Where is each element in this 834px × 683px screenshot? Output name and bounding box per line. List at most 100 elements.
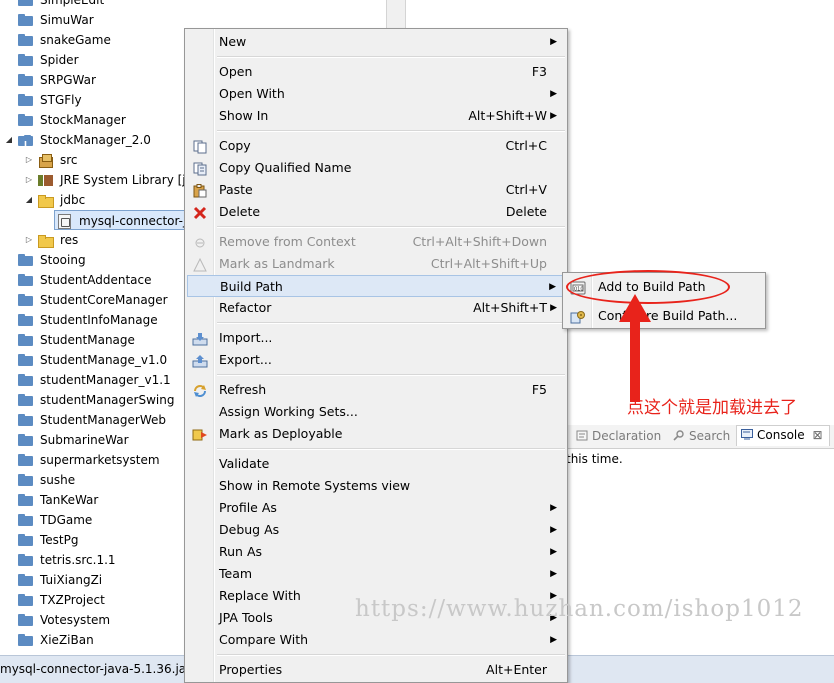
menu-item-mark-as-landmark: Mark as Landmark Ctrl+Alt+Shift+Up [187, 253, 565, 275]
copy-icon [192, 139, 208, 154]
tree-item-label: studentManagerSwing [40, 393, 175, 407]
menu-item-label: Copy [219, 138, 251, 153]
tab-search[interactable]: Search [673, 429, 730, 443]
menu-item-configure-build-path[interactable]: Configure Build Path... [565, 305, 763, 327]
menu-item-label: Show in Remote Systems view [219, 478, 411, 493]
menu-item-shortcut: Ctrl+Alt+Shift+Down [412, 234, 547, 249]
menu-item-assign-working-sets[interactable]: Assign Working Sets... [187, 401, 565, 423]
project-icon [18, 374, 33, 386]
menu-item-profile-as[interactable]: Profile As ▶ [187, 497, 565, 519]
tree-item-label: SimuWar [40, 13, 94, 27]
submenu-arrow-icon: ▶ [550, 503, 557, 513]
menu-item-label: Show In [219, 108, 269, 123]
menu-item-copy-qualified-name[interactable]: Copy Qualified Name [187, 157, 565, 179]
menu-item-export[interactable]: Export... [187, 349, 565, 371]
tree-item-label: mysql-connector-ja [79, 214, 194, 228]
project-icon [18, 274, 33, 286]
project-icon [18, 594, 33, 606]
search-icon [673, 430, 685, 441]
menu-item-remove-from-context: Remove from Context Ctrl+Alt+Shift+Down [187, 231, 565, 253]
expand-toggle-icon[interactable]: ▷ [24, 150, 34, 170]
menu-item-paste[interactable]: Paste Ctrl+V [187, 179, 565, 201]
console-tab-bar: Declaration Search Console ⊠ [560, 425, 834, 449]
menu-item-label: Mark as Landmark [219, 256, 335, 271]
project-icon [18, 74, 33, 86]
tree-item-label: SubmarineWar [40, 433, 129, 447]
project-icon [18, 34, 33, 46]
menu-item-build-path[interactable]: Build Path ▶ [187, 275, 565, 297]
tree-item-project[interactable]: SimuWar [0, 10, 386, 30]
submenu-arrow-icon: ▶ [550, 303, 557, 313]
menu-item-label: Team [219, 566, 253, 581]
deployable-icon [192, 427, 208, 441]
console-line: this time. [566, 452, 623, 466]
menu-item-debug-as[interactable]: Debug As ▶ [187, 519, 565, 541]
project-icon [18, 554, 33, 566]
menu-item-refactor[interactable]: Refactor Alt+Shift+T ▶ [187, 297, 565, 319]
export-icon [192, 353, 208, 368]
menu-item-label: Export... [219, 352, 272, 367]
project-icon [18, 634, 33, 646]
project-icon [18, 294, 33, 306]
menu-item-copy[interactable]: Copy Ctrl+C [187, 135, 565, 157]
annotation-text: 点这个就是加载进去了 [627, 398, 797, 418]
submenu-arrow-icon: ▶ [550, 111, 557, 121]
menu-item-team[interactable]: Team ▶ [187, 563, 565, 585]
menu-separator [217, 130, 565, 132]
tree-item-label: supermarketsystem [40, 453, 160, 467]
expand-toggle-icon[interactable]: ▷ [24, 230, 34, 250]
menu-item-compare-with[interactable]: Compare With ▶ [187, 629, 565, 651]
project-icon [18, 334, 33, 346]
expand-toggle-icon[interactable]: ▷ [24, 170, 34, 190]
folder-icon [38, 235, 54, 248]
menu-item-show-in[interactable]: Show In Alt+Shift+W ▶ [187, 105, 565, 127]
menu-item-mark-as-deployable[interactable]: Mark as Deployable [187, 423, 565, 445]
menu-item-label: Compare With [219, 632, 309, 647]
menu-item-label: New [219, 34, 247, 49]
menu-separator [217, 322, 565, 324]
menu-item-label: Properties [219, 662, 283, 677]
tree-item-label: tetris.src.1.1 [40, 553, 116, 567]
library-icon [38, 173, 54, 187]
jar-file-icon [58, 214, 71, 229]
menu-item-shortcut: Delete [505, 204, 547, 219]
menu-item-import[interactable]: Import... [187, 327, 565, 349]
project-icon [18, 394, 33, 406]
tab-console[interactable]: Console ⊠ [736, 425, 830, 446]
menu-item-show-in-remote-systems-view[interactable]: Show in Remote Systems view [187, 475, 565, 497]
menu-item-open[interactable]: Open F3 [187, 61, 565, 83]
menu-item-validate[interactable]: Validate [187, 453, 565, 475]
project-icon [18, 414, 33, 426]
menu-item-delete[interactable]: Delete Delete [187, 201, 565, 223]
tree-item-label: SimpleEdit [40, 0, 105, 7]
close-icon[interactable]: ⊠ [812, 428, 822, 442]
menu-item-label: Validate [219, 456, 270, 471]
tree-item-label: JRE System Library [jr [60, 173, 191, 187]
menu-separator [217, 374, 565, 376]
paste-icon [192, 183, 208, 198]
landmark-icon [192, 257, 208, 272]
tree-item-project[interactable]: SimpleEdit [0, 0, 386, 10]
tab-declaration[interactable]: Declaration [576, 429, 661, 443]
tree-item-label: STGFly [40, 93, 82, 107]
menu-item-label: Debug As [219, 522, 280, 537]
menu-item-new[interactable]: New ▶ [187, 31, 565, 53]
menu-item-label: Run As [219, 544, 263, 559]
declaration-icon [576, 430, 588, 441]
tree-item-label: src [60, 153, 78, 167]
menu-item-label: Open With [219, 86, 285, 101]
submenu-arrow-icon: ▶ [550, 37, 557, 47]
menu-item-label: Remove from Context [219, 234, 356, 249]
folder-icon [38, 195, 54, 208]
collapse-toggle-icon[interactable]: ◢ [4, 130, 14, 150]
menu-item-refresh[interactable]: Refresh F5 [187, 379, 565, 401]
submenu-arrow-icon: ▶ [550, 547, 557, 557]
menu-item-properties[interactable]: Properties Alt+Enter [187, 659, 565, 681]
collapse-toggle-icon[interactable]: ◢ [24, 190, 34, 210]
remove-context-icon [192, 235, 208, 249]
configure-build-path-icon [570, 309, 586, 324]
menu-item-run-as[interactable]: Run As ▶ [187, 541, 565, 563]
menu-item-open-with[interactable]: Open With ▶ [187, 83, 565, 105]
tab-search-label: Search [689, 429, 731, 443]
tree-item-label: res [60, 233, 79, 247]
